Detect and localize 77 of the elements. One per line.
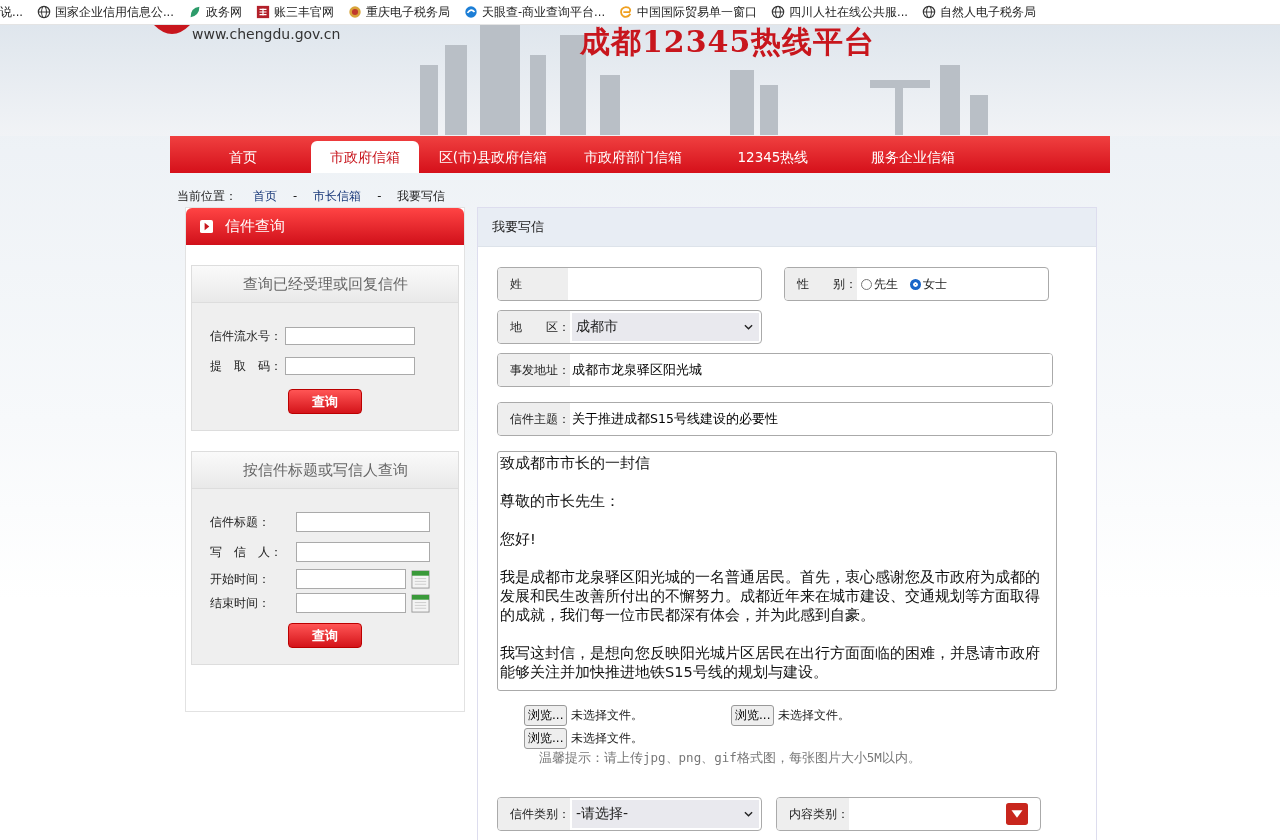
radio-label: 先生 xyxy=(874,275,898,293)
text-input[interactable] xyxy=(285,327,415,345)
bookmark-link[interactable]: 账三丰官网 xyxy=(273,4,334,20)
text-input[interactable] xyxy=(285,357,415,375)
bookmark-link[interactable]: 中国国际贸易单一窗口 xyxy=(637,4,758,20)
field-label: 姓 xyxy=(498,268,568,300)
file-status: 未选择文件。 xyxy=(571,707,644,724)
field-label: 信件类别： xyxy=(498,798,570,830)
calendar-icon[interactable] xyxy=(411,569,430,589)
browse-button[interactable]: 浏览... xyxy=(524,728,568,749)
breadcrumb-separator: - xyxy=(293,189,298,203)
section-title: 按信件标题或写信人查询 xyxy=(242,460,408,480)
file-status: 未选择文件。 xyxy=(778,707,851,724)
field-label: 信件流水号： xyxy=(210,328,283,344)
nav-tab[interactable]: 12345热线 xyxy=(707,141,839,173)
nav-tab[interactable]: 首页 xyxy=(183,141,303,173)
bookmark-link[interactable]: 国家企业信用信息公... xyxy=(54,4,174,20)
bookmark-link[interactable]: 四川人社在线公共服... xyxy=(789,4,909,20)
bookmark-link[interactable]: 自然人电子税务局 xyxy=(940,4,1037,20)
logo-icon xyxy=(255,5,270,19)
text-input[interactable] xyxy=(296,593,406,613)
field-label: 信件主题： xyxy=(498,403,570,435)
nav-tab[interactable]: 区(市)县政府信箱 xyxy=(427,141,559,173)
nav-tab[interactable]: 市政府部门信箱 xyxy=(567,141,699,173)
nav-tab[interactable]: 市政府信箱 xyxy=(311,141,419,173)
text-input[interactable] xyxy=(296,512,430,532)
breadcrumb-label: 当前位置： xyxy=(177,188,237,204)
breadcrumb-separator: - xyxy=(377,189,382,203)
radio-label: 女士 xyxy=(923,275,947,293)
swirl-icon xyxy=(463,5,478,19)
badge-icon xyxy=(347,5,362,19)
section-title: 查询已经受理或回复信件 xyxy=(242,274,408,294)
breadcrumb-current: 我要写信 xyxy=(397,188,446,204)
bookmark-link[interactable]: 天眼查-商业查询平台... xyxy=(481,4,606,20)
field-label: 结束时间： xyxy=(210,595,271,611)
region-dropdown[interactable]: 成都市 xyxy=(572,313,759,341)
search-button[interactable]: 查询 xyxy=(288,623,362,648)
globe-icon xyxy=(922,5,937,19)
field-label: 信件标题： xyxy=(210,514,271,530)
file-status: 未选择文件。 xyxy=(571,730,644,747)
site-title: 成都12345热线平台 xyxy=(580,25,876,58)
form-title: 我要写信 xyxy=(492,218,544,236)
breadcrumb-link[interactable]: 首页 xyxy=(253,188,277,204)
text-input[interactable] xyxy=(296,569,406,589)
panel-title: 信件查询 xyxy=(225,217,285,236)
site-url: www.chengdu.gov.cn xyxy=(192,26,341,42)
globe-icon xyxy=(771,5,786,19)
bookmark-link[interactable]: 说... xyxy=(0,4,23,20)
browse-button[interactable]: 浏览... xyxy=(731,705,775,726)
breadcrumb-link[interactable]: 市长信箱 xyxy=(313,188,362,204)
text-input[interactable] xyxy=(296,542,430,562)
globe-icon xyxy=(36,5,51,19)
upload-hint: 温馨提示：请上传jpg、png、gif格式图，每张图片大小5M以内。 xyxy=(539,750,922,767)
field-label: 提 取 码： xyxy=(210,358,283,374)
calendar-icon[interactable] xyxy=(411,593,430,613)
bookmark-link[interactable]: 重庆电子税务局 xyxy=(365,4,450,20)
chevron-icon xyxy=(744,811,753,817)
field-label: 事发地址： xyxy=(498,354,570,386)
letter-textarea[interactable]: 致成都市市长的一封信 尊敬的市长先生： 您好! 我是成都市龙泉驿区阳光城的一名普通居民。首先，衷心感谢您及市政府为成都的发展和民生改善所付出的不懈努力。成都近年来在城市建设、交通规划等方面取得的成就，我们每一位市民都深有体会，并为此感到自豪。 我写这封信，是想向您反映阳光城片区居民在出行方面面临的困难，并恳请市政府能够关注并加快推进地铁S15号线的规划与建设。 xyxy=(497,451,1057,691)
bookmark-link[interactable]: 政务网 xyxy=(205,4,242,20)
field-label: 开始时间： xyxy=(210,571,271,587)
play-icon xyxy=(200,220,213,233)
field-label: 性 别： xyxy=(785,268,857,300)
e-icon xyxy=(619,5,634,19)
field-label: 地 区： xyxy=(498,311,570,343)
category-dropdown[interactable]: -请选择- xyxy=(572,800,759,828)
radio-button[interactable] xyxy=(910,278,921,290)
text-field[interactable]: 事发地址： 成都市龙泉驿区阳光城 xyxy=(497,353,1053,387)
text-field[interactable]: 信件主题： 关于推进成都S15号线建设的必要性 xyxy=(497,402,1053,436)
field-label: 内容类别： xyxy=(777,798,849,830)
search-button[interactable]: 查询 xyxy=(288,389,362,414)
nav-tab[interactable]: 服务企业信箱 xyxy=(847,141,979,173)
browse-button[interactable]: 浏览... xyxy=(524,705,568,726)
radio-button[interactable] xyxy=(861,278,872,290)
field-label: 写 信 人： xyxy=(210,544,283,560)
chevron-icon xyxy=(744,324,753,330)
text-field[interactable]: 姓 xyxy=(497,267,762,301)
